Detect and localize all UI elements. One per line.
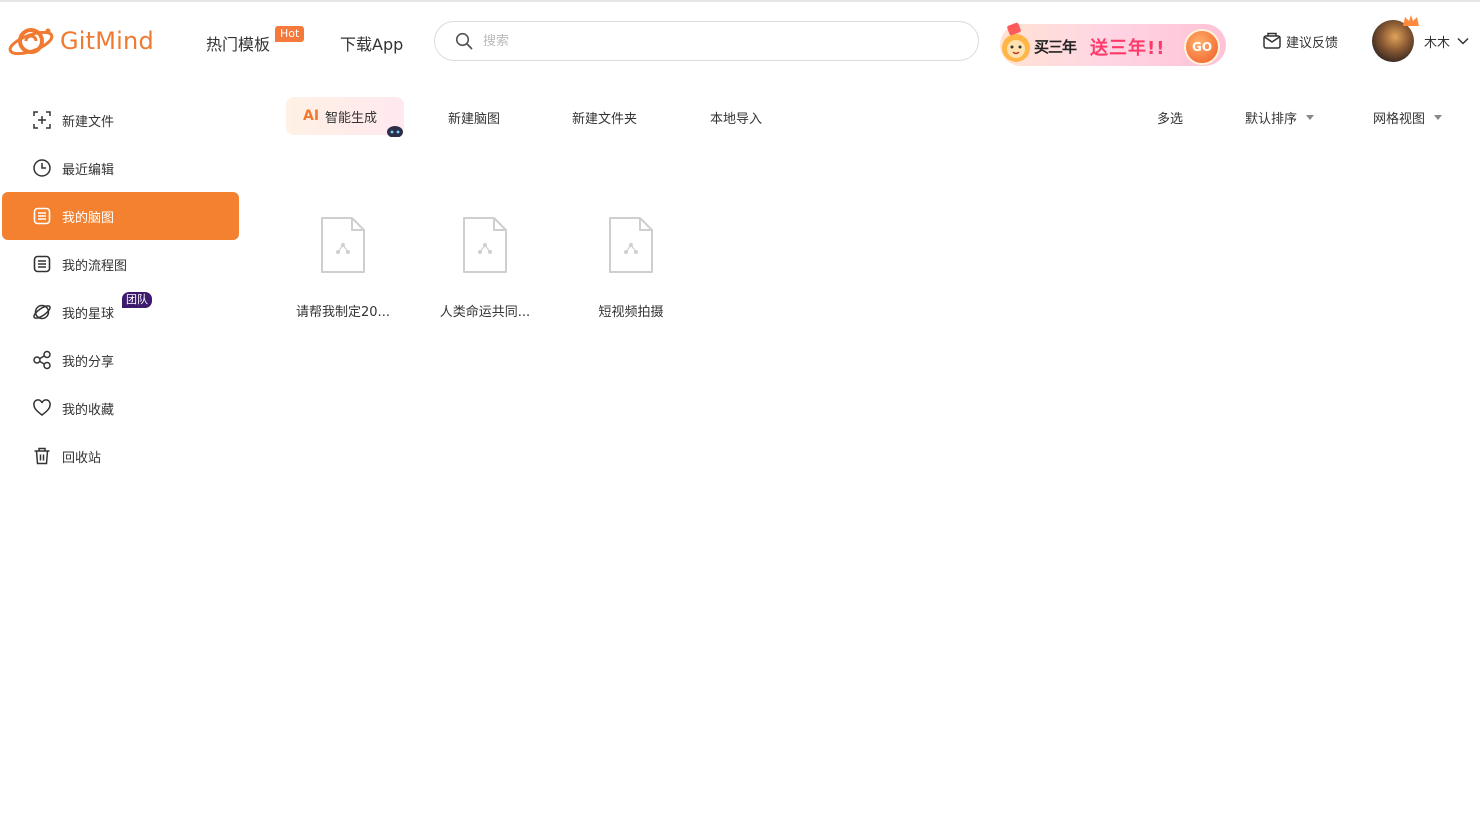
promo-text-gift: 送三年!!	[1090, 38, 1166, 59]
caret-down-icon	[1306, 115, 1315, 120]
sidebar-item-label: 我的星球	[62, 306, 115, 322]
ai-generate-button[interactable]: AI 智能生成	[286, 97, 404, 137]
sidebar-item-label: 我的脑图	[62, 210, 115, 226]
view-mode-dropdown[interactable]: 网格视图	[1373, 108, 1443, 127]
promo-text-buy: 买三年	[1034, 38, 1077, 56]
view-label: 网格视图	[1373, 112, 1426, 127]
feedback-mail-icon	[1263, 32, 1281, 49]
sidebar: 新建文件 最近编辑 我的脑图 我的流程图 我的星球 团队 我的分享 我的收藏 回…	[0, 96, 242, 480]
sidebar-item-my-planet[interactable]: 我的星球 团队	[0, 288, 242, 336]
trash-icon	[34, 447, 50, 465]
sort-label: 默认排序	[1245, 112, 1298, 127]
file-card[interactable]: 人类命运共同...	[425, 215, 545, 320]
ai-generate-label: 智能生成	[325, 110, 378, 126]
search-icon	[455, 32, 473, 50]
user-menu[interactable]: 木木	[1372, 15, 1470, 62]
sidebar-item-label: 我的分享	[62, 354, 115, 370]
new-mindmap-button[interactable]: 新建脑图	[448, 108, 500, 127]
logo-text: GitMind	[60, 27, 154, 55]
sidebar-item-my-flowcharts[interactable]: 我的流程图	[0, 240, 242, 288]
ai-icon: AI	[303, 108, 320, 124]
username: 木木	[1424, 35, 1451, 51]
team-badge: 团队	[122, 292, 152, 308]
sidebar-item-my-shares[interactable]: 我的分享	[0, 336, 242, 384]
new-folder-button[interactable]: 新建文件夹	[572, 108, 637, 127]
file-name: 请帮我制定20...	[296, 305, 390, 320]
sidebar-item-new-file[interactable]: 新建文件	[0, 96, 242, 144]
sidebar-item-label: 回收站	[62, 450, 102, 466]
feedback-label: 建议反馈	[1286, 35, 1339, 51]
mindmap-file-icon	[463, 217, 507, 273]
multi-select-button[interactable]: 多选	[1157, 108, 1183, 127]
heart-icon	[33, 399, 51, 416]
sort-dropdown[interactable]: 默认排序	[1245, 108, 1315, 127]
avatar[interactable]	[1372, 15, 1419, 62]
hot-badge: Hot	[275, 26, 305, 42]
file-name: 人类命运共同...	[439, 305, 531, 320]
file-card[interactable]: 请帮我制定20...	[283, 215, 403, 320]
top-header: GitMind 热门模板 Hot 下载App 买三年 送三年!! GO 建议反	[0, 2, 1480, 80]
mindmap-file-icon	[321, 217, 365, 273]
promo-go-button[interactable]: GO	[1184, 29, 1220, 65]
file-toolbar: AI 智能生成 新建脑图 新建文件夹 本地导入 多选 默认排序 网格视图	[286, 97, 1466, 137]
sidebar-item-label: 最近编辑	[62, 162, 115, 178]
ai-bot-icon	[387, 126, 403, 137]
sidebar-item-my-mindmaps[interactable]: 我的脑图	[2, 192, 239, 240]
mindmap-file-icon	[609, 217, 653, 273]
nav-hot-templates[interactable]: 热门模板	[206, 31, 270, 55]
sidebar-item-label: 新建文件	[62, 114, 115, 130]
caret-down-icon	[1434, 115, 1443, 120]
sidebar-item-recent[interactable]: 最近编辑	[0, 144, 242, 192]
mascot-icon	[1002, 22, 1030, 62]
planet-icon	[33, 304, 51, 320]
planet-logo-icon	[8, 28, 54, 56]
share-icon	[33, 350, 51, 370]
file-name: 短视频拍摄	[598, 305, 664, 320]
crown-icon	[1403, 15, 1419, 26]
search-input[interactable]	[483, 33, 963, 49]
nav-download-app[interactable]: 下载App	[340, 31, 403, 55]
gitmind-logo[interactable]: GitMind	[6, 22, 154, 60]
new-file-icon	[33, 111, 51, 129]
mindmap-doc-icon	[33, 207, 51, 225]
sidebar-item-label: 我的收藏	[62, 402, 115, 418]
clock-icon	[33, 159, 51, 177]
promo-banner[interactable]: 买三年 送三年!! GO	[998, 16, 1226, 68]
file-card[interactable]: 短视频拍摄	[571, 215, 691, 320]
search-box[interactable]	[434, 21, 979, 61]
feedback-link[interactable]: 建议反馈	[1262, 31, 1338, 51]
flowchart-doc-icon	[33, 255, 51, 273]
sidebar-item-trash[interactable]: 回收站	[0, 432, 242, 480]
chevron-down-icon[interactable]	[1456, 34, 1470, 48]
local-import-button[interactable]: 本地导入	[710, 108, 762, 127]
sidebar-item-favorites[interactable]: 我的收藏	[0, 384, 242, 432]
sidebar-item-label: 我的流程图	[62, 258, 128, 274]
